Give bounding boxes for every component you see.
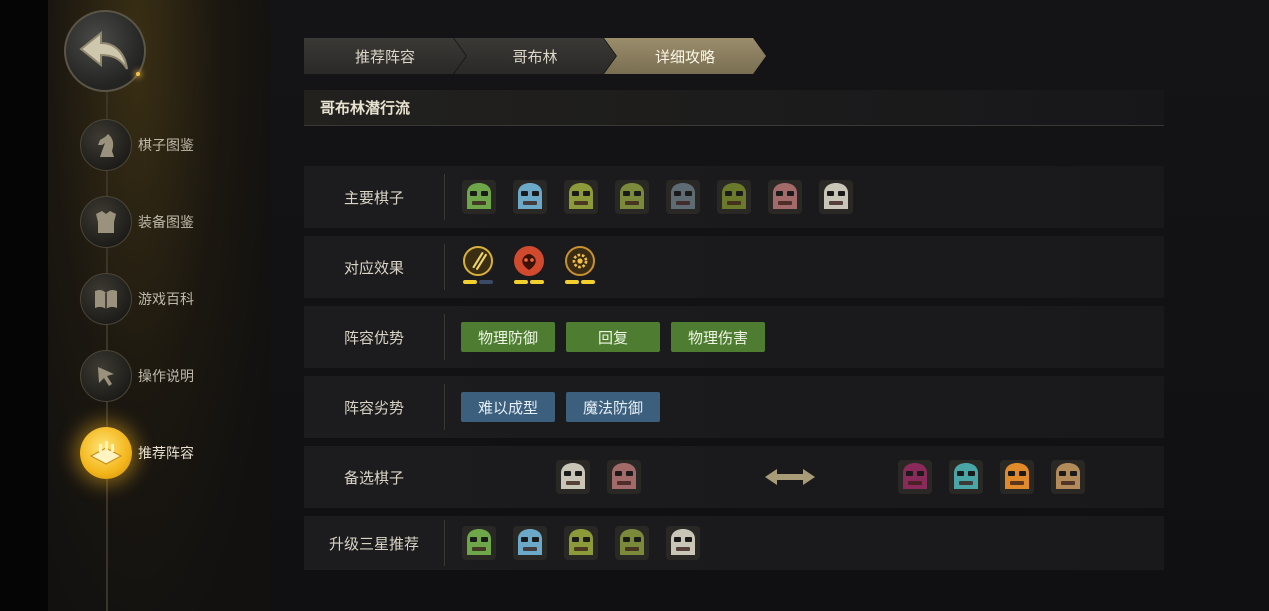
effect-pip [530,280,544,284]
row-label: 阵容优势 [343,328,404,347]
row-label: 阵容劣势 [343,398,404,417]
piece-5-icon[interactable] [665,179,701,215]
effect-pip [514,280,528,284]
swap-arrow-icon [765,469,815,485]
row-label: 升级三星推荐 [328,534,419,553]
piece-3-icon[interactable] [563,179,599,215]
sidebar-item-label: 操作说明 [138,369,194,385]
sidebar-item-instructions[interactable]: 操作说明 [80,348,270,404]
breadcrumb-item-goblin[interactable]: 哥布林 [454,38,616,74]
sidebar-item-label: 棋子图鉴 [138,138,194,154]
weakness-tag: 魔法防御 [566,392,660,422]
row-strengths: 阵容优势 物理防御 回复 物理伤害 [304,306,1164,368]
piece-6-icon[interactable] [716,179,752,215]
row-divider [444,314,445,360]
breadcrumb: 推荐阵容 哥布林 详细攻略 [304,38,766,74]
alt-piece-4-icon[interactable] [948,459,984,495]
demon-icon [514,246,544,276]
book-icon [95,289,117,309]
piece-8-icon[interactable] [818,179,854,215]
gear-icon [565,246,595,276]
effects-list [461,246,614,288]
effect-pip [581,280,595,284]
sidebar-item-pieces[interactable]: 棋子图鉴 [80,117,270,173]
effect-item[interactable] [563,246,597,288]
effect-pip [479,280,493,284]
upgrade-piece-2-icon[interactable] [512,525,548,561]
effect-level-pips [513,280,545,284]
row-label: 备选棋子 [343,468,404,487]
piece-2-icon[interactable] [512,179,548,215]
alt-piece-3-icon[interactable] [897,459,933,495]
weakness-tag: 难以成型 [461,392,555,422]
back-arrow-icon [79,31,128,70]
alt-pieces-right [897,459,1101,495]
alt-piece-1-icon[interactable] [555,459,591,495]
sidebar-item-equipment[interactable]: 装备图鉴 [80,194,270,250]
upgrade-piece-4-icon[interactable] [614,525,650,561]
effect-pip [565,280,579,284]
breadcrumb-item-recommended[interactable]: 推荐阵容 [304,38,466,74]
sidebar-item-label: 游戏百科 [138,292,194,308]
row-divider [444,520,445,566]
page-title: 哥布林潜行流 [304,90,1164,126]
back-button[interactable] [64,10,146,92]
alt-piece-6-icon[interactable] [1050,459,1086,495]
knight-icon [98,134,114,157]
board-icon [89,441,123,465]
piece-1-icon[interactable] [461,179,497,215]
main-pieces-list [461,179,869,215]
row-alternatives: 备选棋子 [304,446,1164,508]
strength-tag: 物理伤害 [671,322,765,352]
breadcrumb-item-detail[interactable]: 详细攻略 [604,38,766,74]
upgrade-pieces-list [461,525,716,561]
alt-pieces-left [555,459,657,495]
armor-icon [96,211,116,233]
sidebar-item-recommended[interactable]: 推荐阵容 [80,425,270,481]
weakness-tags: 难以成型 魔法防御 [461,392,671,422]
row-weaknesses: 阵容劣势 难以成型 魔法防御 [304,376,1164,438]
row-divider [444,244,445,290]
row-divider [444,384,445,430]
alt-piece-2-icon[interactable] [606,459,642,495]
effect-pip [463,280,477,284]
strength-tag: 物理防御 [461,322,555,352]
effect-level-pips [462,280,494,284]
row-label: 对应效果 [343,258,404,277]
pointer-icon [98,367,114,386]
effect-item[interactable] [512,246,546,288]
left-edge [0,0,48,611]
strength-tags: 物理防御 回复 物理伤害 [461,322,776,352]
row-effects: 对应效果 [304,236,1164,298]
effect-level-pips [564,280,596,284]
piece-4-icon[interactable] [614,179,650,215]
piece-7-icon[interactable] [767,179,803,215]
row-label: 主要棋子 [343,188,404,207]
sidebar-item-label: 推荐阵容 [138,446,194,462]
row-divider [444,454,445,500]
row-upgrade: 升级三星推荐 [304,516,1164,570]
daggers-icon [463,246,493,276]
row-divider [444,174,445,220]
main-content: 推荐阵容 哥布林 详细攻略 哥布林潜行流 主要棋子 对应效果 阵容优势 物理防御… [270,0,1269,611]
effect-item[interactable] [461,246,495,288]
sparkle [136,72,140,76]
upgrade-piece-5-icon[interactable] [665,525,701,561]
strength-tag: 回复 [566,322,660,352]
row-main-pieces: 主要棋子 [304,166,1164,228]
upgrade-piece-1-icon[interactable] [461,525,497,561]
sidebar-item-wiki[interactable]: 游戏百科 [80,271,270,327]
alt-piece-5-icon[interactable] [999,459,1035,495]
sidebar-item-label: 装备图鉴 [138,215,194,231]
upgrade-piece-3-icon[interactable] [563,525,599,561]
